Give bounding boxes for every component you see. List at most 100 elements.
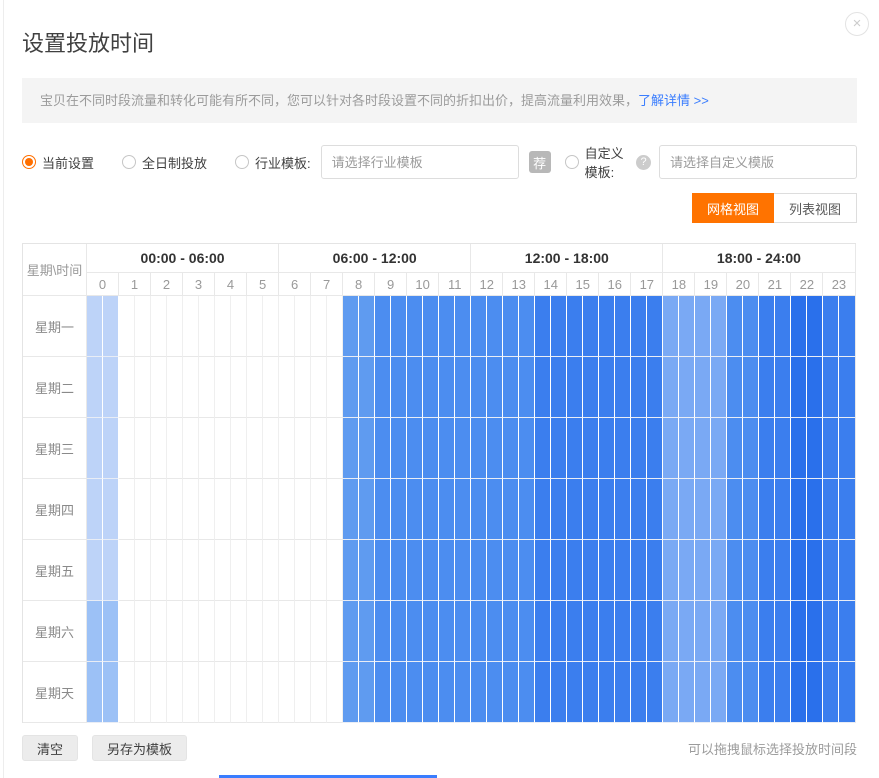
grid-cell-星期一-12a[interactable]	[471, 296, 487, 357]
grid-cell-星期六-21a[interactable]	[759, 601, 775, 662]
grid-cell-星期二-3b[interactable]	[199, 357, 215, 418]
grid-cell-星期二-8a[interactable]	[343, 357, 359, 418]
grid-cell-星期二-14a[interactable]	[535, 357, 551, 418]
grid-cell-星期三-22a[interactable]	[791, 418, 807, 479]
grid-cell-星期天-9a[interactable]	[375, 662, 391, 723]
grid-cell-星期天-8b[interactable]	[359, 662, 375, 723]
grid-cell-星期二-23a[interactable]	[823, 357, 839, 418]
grid-cell-星期六-12b[interactable]	[487, 601, 503, 662]
grid-cell-星期六-2a[interactable]	[151, 601, 167, 662]
grid-cell-星期天-20b[interactable]	[743, 662, 759, 723]
grid-cell-星期天-10b[interactable]	[423, 662, 439, 723]
grid-cell-星期一-12b[interactable]	[487, 296, 503, 357]
grid-cell-星期三-8b[interactable]	[359, 418, 375, 479]
grid-cell-星期五-2a[interactable]	[151, 540, 167, 601]
grid-cell-星期一-19b[interactable]	[711, 296, 727, 357]
grid-cell-星期五-0a[interactable]	[87, 540, 103, 601]
grid-cell-星期天-1a[interactable]	[119, 662, 135, 723]
grid-cell-星期五-9b[interactable]	[391, 540, 407, 601]
grid-cell-星期二-15b[interactable]	[583, 357, 599, 418]
grid-cell-星期六-2b[interactable]	[167, 601, 183, 662]
grid-cell-星期四-22b[interactable]	[807, 479, 823, 540]
grid-cell-星期六-16b[interactable]	[615, 601, 631, 662]
grid-cell-星期五-19b[interactable]	[711, 540, 727, 601]
grid-cell-星期四-16b[interactable]	[615, 479, 631, 540]
grid-cell-星期六-20a[interactable]	[727, 601, 743, 662]
grid-cell-星期四-12b[interactable]	[487, 479, 503, 540]
grid-cell-星期三-19a[interactable]	[695, 418, 711, 479]
grid-cell-星期四-1a[interactable]	[119, 479, 135, 540]
grid-cell-星期二-6a[interactable]	[279, 357, 295, 418]
grid-cell-星期一-5a[interactable]	[247, 296, 263, 357]
grid-cell-星期天-16a[interactable]	[599, 662, 615, 723]
grid-cell-星期三-1b[interactable]	[135, 418, 151, 479]
grid-cell-星期五-1b[interactable]	[135, 540, 151, 601]
grid-cell-星期二-6b[interactable]	[295, 357, 311, 418]
grid-cell-星期一-9b[interactable]	[391, 296, 407, 357]
grid-cell-星期六-17b[interactable]	[647, 601, 663, 662]
grid-cell-星期一-22a[interactable]	[791, 296, 807, 357]
grid-cell-星期天-18b[interactable]	[679, 662, 695, 723]
grid-cell-星期四-18b[interactable]	[679, 479, 695, 540]
grid-cell-星期三-5b[interactable]	[263, 418, 279, 479]
grid-cell-星期五-11a[interactable]	[439, 540, 455, 601]
grid-cell-星期六-1a[interactable]	[119, 601, 135, 662]
grid-cell-星期三-10b[interactable]	[423, 418, 439, 479]
grid-cell-星期一-2a[interactable]	[151, 296, 167, 357]
grid-cell-星期五-7b[interactable]	[327, 540, 343, 601]
grid-cell-星期四-18a[interactable]	[663, 479, 679, 540]
grid-cell-星期天-6b[interactable]	[295, 662, 311, 723]
grid-cell-星期二-21b[interactable]	[775, 357, 791, 418]
grid-cell-星期六-15a[interactable]	[567, 601, 583, 662]
grid-cell-星期四-23b[interactable]	[839, 479, 855, 540]
grid-cell-星期天-7a[interactable]	[311, 662, 327, 723]
grid-cell-星期一-18b[interactable]	[679, 296, 695, 357]
grid-cell-星期三-0b[interactable]	[103, 418, 119, 479]
help-icon[interactable]: ?	[636, 155, 651, 170]
grid-cell-星期一-4b[interactable]	[231, 296, 247, 357]
grid-cell-星期一-16a[interactable]	[599, 296, 615, 357]
grid-cell-星期六-10a[interactable]	[407, 601, 423, 662]
grid-cell-星期天-0a[interactable]	[87, 662, 103, 723]
grid-cell-星期五-3b[interactable]	[199, 540, 215, 601]
grid-cell-星期天-14b[interactable]	[551, 662, 567, 723]
grid-cell-星期六-9b[interactable]	[391, 601, 407, 662]
current-settings-radio[interactable]	[22, 155, 36, 169]
grid-cell-星期六-21b[interactable]	[775, 601, 791, 662]
grid-cell-星期天-4b[interactable]	[231, 662, 247, 723]
grid-cell-星期四-13a[interactable]	[503, 479, 519, 540]
grid-cell-星期三-14b[interactable]	[551, 418, 567, 479]
grid-cell-星期天-7b[interactable]	[327, 662, 343, 723]
grid-cell-星期五-15b[interactable]	[583, 540, 599, 601]
grid-cell-星期五-14a[interactable]	[535, 540, 551, 601]
tab-list-view[interactable]: 列表视图	[774, 193, 857, 223]
grid-cell-星期六-20b[interactable]	[743, 601, 759, 662]
grid-cell-星期天-13a[interactable]	[503, 662, 519, 723]
grid-cell-星期四-0a[interactable]	[87, 479, 103, 540]
grid-cell-星期三-7a[interactable]	[311, 418, 327, 479]
grid-cell-星期四-3b[interactable]	[199, 479, 215, 540]
grid-cell-星期四-3a[interactable]	[183, 479, 199, 540]
grid-cell-星期四-20b[interactable]	[743, 479, 759, 540]
grid-cell-星期四-2a[interactable]	[151, 479, 167, 540]
grid-cell-星期五-10a[interactable]	[407, 540, 423, 601]
grid-cell-星期二-8b[interactable]	[359, 357, 375, 418]
grid-cell-星期一-4a[interactable]	[215, 296, 231, 357]
grid-cell-星期三-2a[interactable]	[151, 418, 167, 479]
grid-cell-星期三-4a[interactable]	[215, 418, 231, 479]
grid-cell-星期六-13b[interactable]	[519, 601, 535, 662]
grid-cell-星期天-9b[interactable]	[391, 662, 407, 723]
grid-cell-星期一-21a[interactable]	[759, 296, 775, 357]
grid-cell-星期三-17a[interactable]	[631, 418, 647, 479]
grid-cell-星期六-18b[interactable]	[679, 601, 695, 662]
grid-cell-星期五-23b[interactable]	[839, 540, 855, 601]
grid-cell-星期一-9a[interactable]	[375, 296, 391, 357]
grid-cell-星期一-0b[interactable]	[103, 296, 119, 357]
grid-cell-星期天-2a[interactable]	[151, 662, 167, 723]
grid-cell-星期天-16b[interactable]	[615, 662, 631, 723]
industry-template-input[interactable]	[321, 145, 519, 179]
grid-cell-星期二-18a[interactable]	[663, 357, 679, 418]
grid-cell-星期天-3b[interactable]	[199, 662, 215, 723]
grid-cell-星期六-15b[interactable]	[583, 601, 599, 662]
grid-cell-星期一-14b[interactable]	[551, 296, 567, 357]
